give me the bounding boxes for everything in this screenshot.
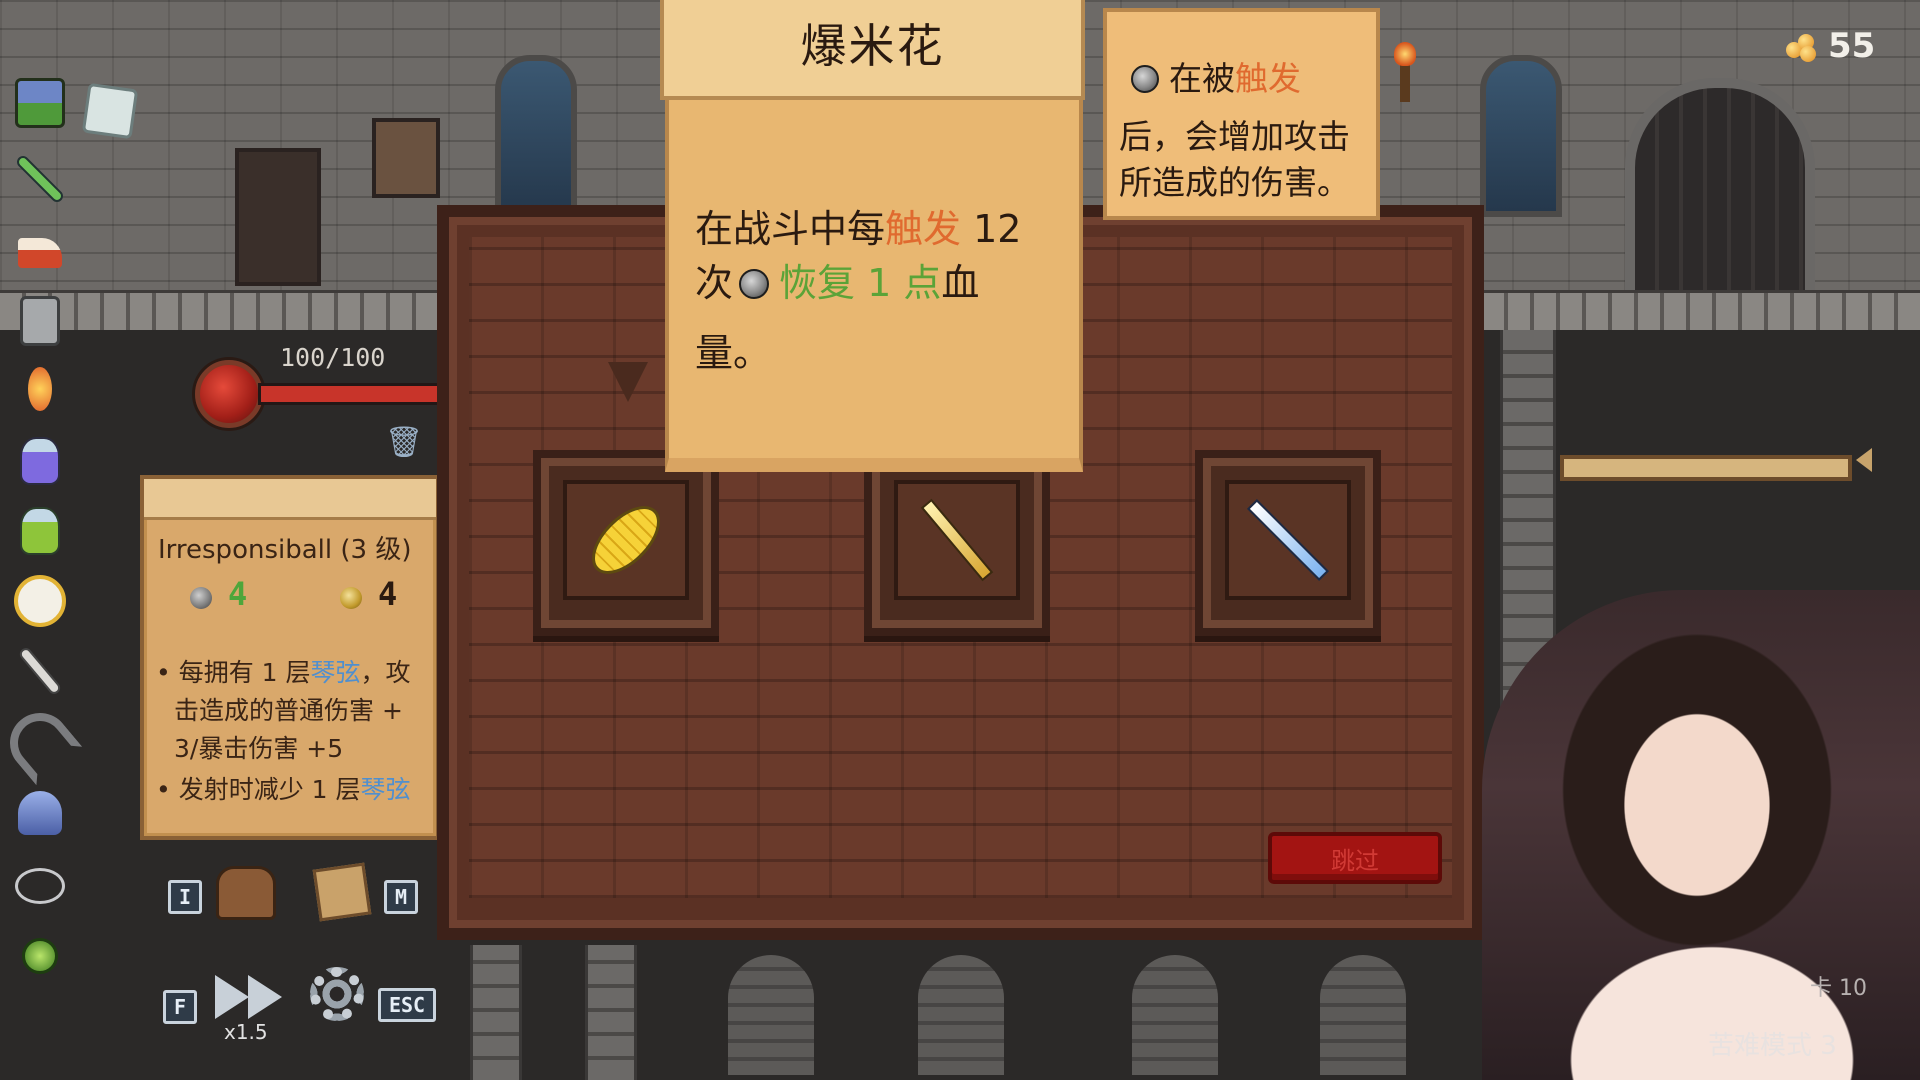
- cloud-icon[interactable]: [8, 855, 72, 917]
- gold-count: 55: [1828, 26, 1876, 66]
- fast-forward-icon[interactable]: [248, 975, 282, 1019]
- backpack-icon[interactable]: [216, 866, 276, 920]
- stone-pillar: [585, 945, 637, 1080]
- reward-slot-3[interactable]: [1195, 450, 1381, 636]
- webcam-overlay: [1482, 590, 1920, 1080]
- beer-mug-icon[interactable]: [8, 290, 72, 352]
- stone-pillar: [470, 945, 522, 1080]
- gold-nuggets-icon: [1782, 30, 1818, 64]
- stone-post: [1320, 955, 1406, 1075]
- fast-key-button[interactable]: F: [163, 990, 197, 1024]
- gray-orb-stat-icon: [190, 587, 212, 609]
- keyword-string: 琴弦: [310, 658, 361, 687]
- item-effect-line: • 发射时减少 1 层琴弦: [156, 775, 411, 804]
- tooltip-line: 次恢复 1 点血: [695, 261, 980, 305]
- treasure-chest-icon[interactable]: [8, 72, 72, 134]
- green-orb-icon[interactable]: [8, 925, 72, 987]
- hp-bar: [258, 383, 444, 405]
- hp-text: 100/100: [280, 343, 386, 372]
- tooltip-body: 在战斗中每触发 12 次恢复 1 点血 量。: [665, 100, 1083, 472]
- settings-gear-icon[interactable]: [310, 967, 364, 1021]
- stone-post: [728, 955, 814, 1075]
- gray-orb-icon: [739, 268, 770, 299]
- keyword-tooltip: 在被触发 后，会增加攻击 所造成的伤害。: [1103, 8, 1380, 220]
- scroll-map-icon[interactable]: [312, 862, 372, 922]
- trash-icon[interactable]: 🗑: [385, 428, 423, 458]
- pie-icon[interactable]: [8, 222, 72, 284]
- castle-window: [1480, 55, 1562, 217]
- stone-post: [918, 955, 1004, 1075]
- webcam-corner-text: 卡 10: [1810, 976, 1867, 1001]
- item-effect-line: 击造成的普通伤害 +: [174, 696, 403, 725]
- tooltip-line: 在战斗中每触发 12: [695, 207, 1022, 251]
- item-effect-line: • 每拥有 1 层琴弦，攻: [156, 658, 411, 687]
- item-effect-line: 3/暴击伤害 +5: [174, 734, 344, 763]
- reward-slot-2[interactable]: [864, 450, 1050, 636]
- trigger-keyword: 触发: [885, 207, 962, 251]
- torch-icon: [1394, 42, 1416, 102]
- stone-post: [1132, 955, 1218, 1075]
- tooltip-title: 爆米花: [800, 19, 945, 73]
- stat-gold-value: 4: [378, 575, 398, 613]
- keyword-line: 所造成的伤害。: [1119, 163, 1350, 202]
- skip-button[interactable]: 跳过: [1268, 832, 1442, 884]
- green-sword-icon[interactable]: [8, 148, 72, 210]
- dagger-icon[interactable]: [8, 640, 72, 702]
- keyword-line: 在被触发: [1131, 52, 1301, 100]
- hp-bar-fill: [261, 386, 441, 402]
- potion-icon[interactable]: [8, 500, 72, 562]
- hp-orb-icon: [195, 360, 263, 428]
- torch-flower-icon[interactable]: [8, 358, 72, 420]
- difficulty-mode-label: 苦难模式 3: [1708, 1031, 1837, 1061]
- tooltip-title-card: 爆米花: [660, 0, 1085, 100]
- speed-label: x1.5: [224, 1020, 268, 1044]
- reward-slot-1[interactable]: [533, 450, 719, 636]
- fast-forward-icon[interactable]: [215, 975, 249, 1019]
- ice-sword-icon[interactable]: [1225, 480, 1351, 600]
- stat-gray-value: 4: [228, 575, 248, 613]
- gray-orb-icon: [1131, 64, 1159, 93]
- item-info-card: Irresponsiball (3 级) 4 4 • 每拥有 1 层琴弦，攻 击…: [140, 475, 440, 840]
- gold-orb-stat-icon: [340, 587, 362, 609]
- item-name: Irresponsiball (3 级): [158, 535, 412, 565]
- golden-dagger-icon[interactable]: [894, 480, 1020, 600]
- wooden-banner: [1560, 455, 1852, 481]
- trigger-keyword: 触发: [1235, 59, 1301, 98]
- chevron-left-icon: [1856, 448, 1872, 472]
- magnet-icon[interactable]: [0, 700, 83, 786]
- map-key-button[interactable]: M: [384, 880, 418, 914]
- item-card-header: [144, 479, 436, 520]
- inventory-key-button[interactable]: I: [168, 880, 202, 914]
- castle-window: [495, 55, 577, 217]
- heal-keyword: 恢复 1 点: [779, 261, 942, 305]
- corn-icon[interactable]: [563, 480, 689, 600]
- portrait-frame: [372, 118, 440, 198]
- castle-door: [1625, 78, 1815, 308]
- keyword-string: 琴弦: [360, 775, 411, 804]
- keyword-line: 后，会增加攻击: [1119, 117, 1350, 156]
- bookshelf: [235, 148, 321, 286]
- esc-key-button[interactable]: ESC: [378, 988, 436, 1022]
- cube-icon[interactable]: [78, 80, 142, 142]
- wizard-hat-icon[interactable]: [8, 782, 72, 844]
- potion-icon[interactable]: [8, 430, 72, 492]
- tooltip-line: 量。: [695, 331, 772, 375]
- clock-icon[interactable]: [8, 570, 72, 632]
- down-arrow-icon: [608, 362, 648, 402]
